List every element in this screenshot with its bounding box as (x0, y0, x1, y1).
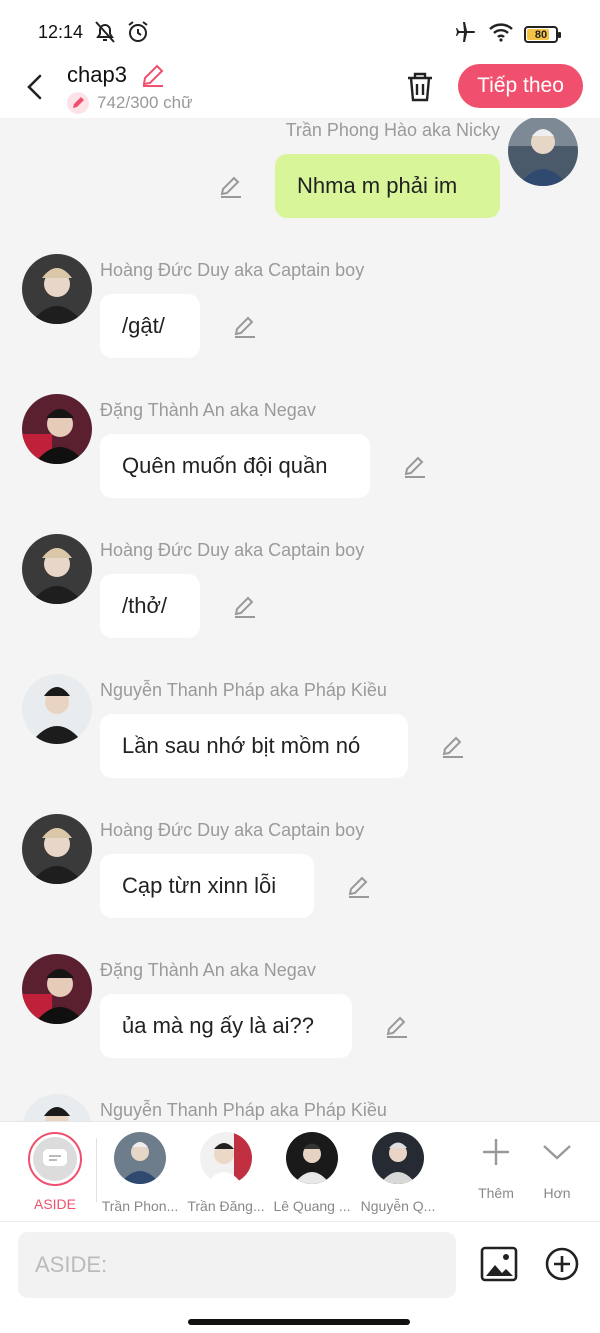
chevron-down-icon (543, 1145, 571, 1160)
message-bubble[interactable]: Nhma m phải im (275, 154, 500, 218)
message-bubble[interactable]: /gật/ (100, 294, 200, 358)
word-count: 742/300 chữ (97, 93, 193, 112)
image-icon (480, 1246, 518, 1282)
character-item[interactable]: Lê Quang ... (272, 1132, 352, 1214)
collapse-button[interactable]: Hơn (527, 1136, 587, 1201)
sender-name: Đặng Thành An aka Negav (100, 960, 316, 980)
battery-level: 80 (534, 28, 548, 41)
battery-icon: 80 (524, 26, 561, 43)
character-label: Trần Đăng... (187, 1198, 265, 1214)
status-bar: 12:14 80 (0, 0, 600, 62)
character-bar: ASIDE Trần Phon... Trần Đăng... Lê Quang… (0, 1121, 600, 1221)
character-label: Nguyễn Q... (360, 1198, 436, 1214)
sender-name: Hoàng Đức Duy aka Captain boy (100, 260, 365, 280)
character-item[interactable]: Nguyễn Q... (358, 1132, 438, 1214)
chat-message: Hoàng Đức Duy aka Captain boy Cạp từn xi… (0, 812, 600, 922)
alarm-icon (126, 20, 150, 49)
sender-name: Nguyễn Thanh Pháp aka Pháp Kiều (100, 1100, 387, 1120)
message-bubble[interactable]: Quên muốn đội quần (100, 434, 370, 498)
edit-message-icon[interactable] (218, 174, 244, 200)
edit-message-icon[interactable] (440, 734, 466, 760)
divider (96, 1138, 97, 1202)
chapter-title[interactable]: chap3 (67, 62, 127, 88)
back-arrow-icon (27, 74, 42, 100)
avatar[interactable] (22, 954, 92, 1024)
sender-name: Nguyễn Thanh Pháp aka Pháp Kiều (100, 680, 387, 700)
chat-list[interactable]: Trần Phong Hào aka Nicky Nhma m phải im … (0, 118, 600, 1121)
status-left-icons (92, 20, 150, 49)
back-button[interactable] (18, 70, 52, 104)
chat-message: Đặng Thành An aka Negav Quên muốn đội qu… (0, 392, 600, 502)
collapse-label: Hơn (543, 1185, 571, 1201)
character-item[interactable]: Trần Đăng... (186, 1132, 266, 1214)
edit-message-icon[interactable] (384, 1014, 410, 1040)
avatar[interactable] (22, 674, 92, 744)
pencil-icon (67, 92, 89, 114)
edit-message-icon[interactable] (232, 594, 258, 620)
add-label: Thêm (478, 1185, 514, 1201)
composer: ASIDE: (0, 1221, 600, 1333)
home-indicator[interactable] (188, 1319, 410, 1325)
edit-message-icon[interactable] (232, 314, 258, 340)
add-button[interactable] (544, 1246, 580, 1282)
delete-button[interactable] (404, 70, 436, 104)
character-label: Trần Phon... (101, 1198, 179, 1214)
avatar[interactable] (22, 1094, 92, 1121)
character-label: Lê Quang ... (273, 1198, 351, 1214)
avatar[interactable] (22, 254, 92, 324)
avatar[interactable] (22, 814, 92, 884)
sender-name: Đặng Thành An aka Negav (100, 400, 316, 420)
chat-message: Nguyễn Thanh Pháp aka Pháp Kiều (0, 1092, 600, 1121)
trash-icon (408, 72, 432, 102)
mute-icon (92, 20, 118, 49)
message-input[interactable]: ASIDE: (18, 1232, 456, 1298)
edit-message-icon[interactable] (346, 874, 372, 900)
avatar (200, 1132, 252, 1184)
chat-message: Trần Phong Hào aka Nicky Nhma m phải im (0, 118, 600, 228)
message-bubble[interactable]: ủa mà ng ấy là ai?? (100, 994, 352, 1058)
wifi-icon (488, 21, 514, 48)
insert-image-button[interactable] (480, 1246, 518, 1282)
edit-title-icon[interactable] (140, 62, 166, 93)
avatar[interactable] (22, 394, 92, 464)
character-aside[interactable]: ASIDE (15, 1132, 95, 1212)
status-time: 12:14 (38, 22, 84, 42)
edit-message-icon[interactable] (402, 454, 428, 480)
message-bubble[interactable]: Lần sau nhớ bịt mồm nó (100, 714, 408, 778)
character-item[interactable]: Trần Phon... (100, 1132, 180, 1214)
aside-selected-ring (28, 1132, 82, 1186)
sender-name: Trần Phong Hào aka Nicky (285, 120, 500, 140)
chat-message: Nguyễn Thanh Pháp aka Pháp Kiều Lần sau … (0, 672, 600, 782)
plus-circle-icon (545, 1247, 579, 1281)
avatar (372, 1132, 424, 1184)
chat-bubble-icon (33, 1137, 77, 1181)
chat-message: Hoàng Đức Duy aka Captain boy /gật/ (0, 252, 600, 362)
airplane-icon (454, 20, 478, 49)
avatar (286, 1132, 338, 1184)
sender-name: Hoàng Đức Duy aka Captain boy (100, 540, 365, 560)
status-right-icons: 80 (454, 20, 561, 49)
avatar[interactable] (22, 534, 92, 604)
chat-message: Đặng Thành An aka Negav ủa mà ng ấy là a… (0, 952, 600, 1062)
chat-message: Hoàng Đức Duy aka Captain boy /thở/ (0, 532, 600, 642)
top-app-bar: chap3 742/300 chữ Tiếp theo (0, 62, 600, 118)
next-button[interactable]: Tiếp theo (458, 64, 583, 108)
sender-name: Hoàng Đức Duy aka Captain boy (100, 820, 365, 840)
add-character-button[interactable]: Thêm (466, 1136, 526, 1201)
avatar (114, 1132, 166, 1184)
message-bubble[interactable]: Cạp từn xinn lỗi (100, 854, 314, 918)
message-bubble[interactable]: /thở/ (100, 574, 200, 638)
plus-icon (483, 1139, 509, 1165)
avatar[interactable] (508, 118, 578, 186)
character-label: ASIDE (33, 1196, 76, 1212)
